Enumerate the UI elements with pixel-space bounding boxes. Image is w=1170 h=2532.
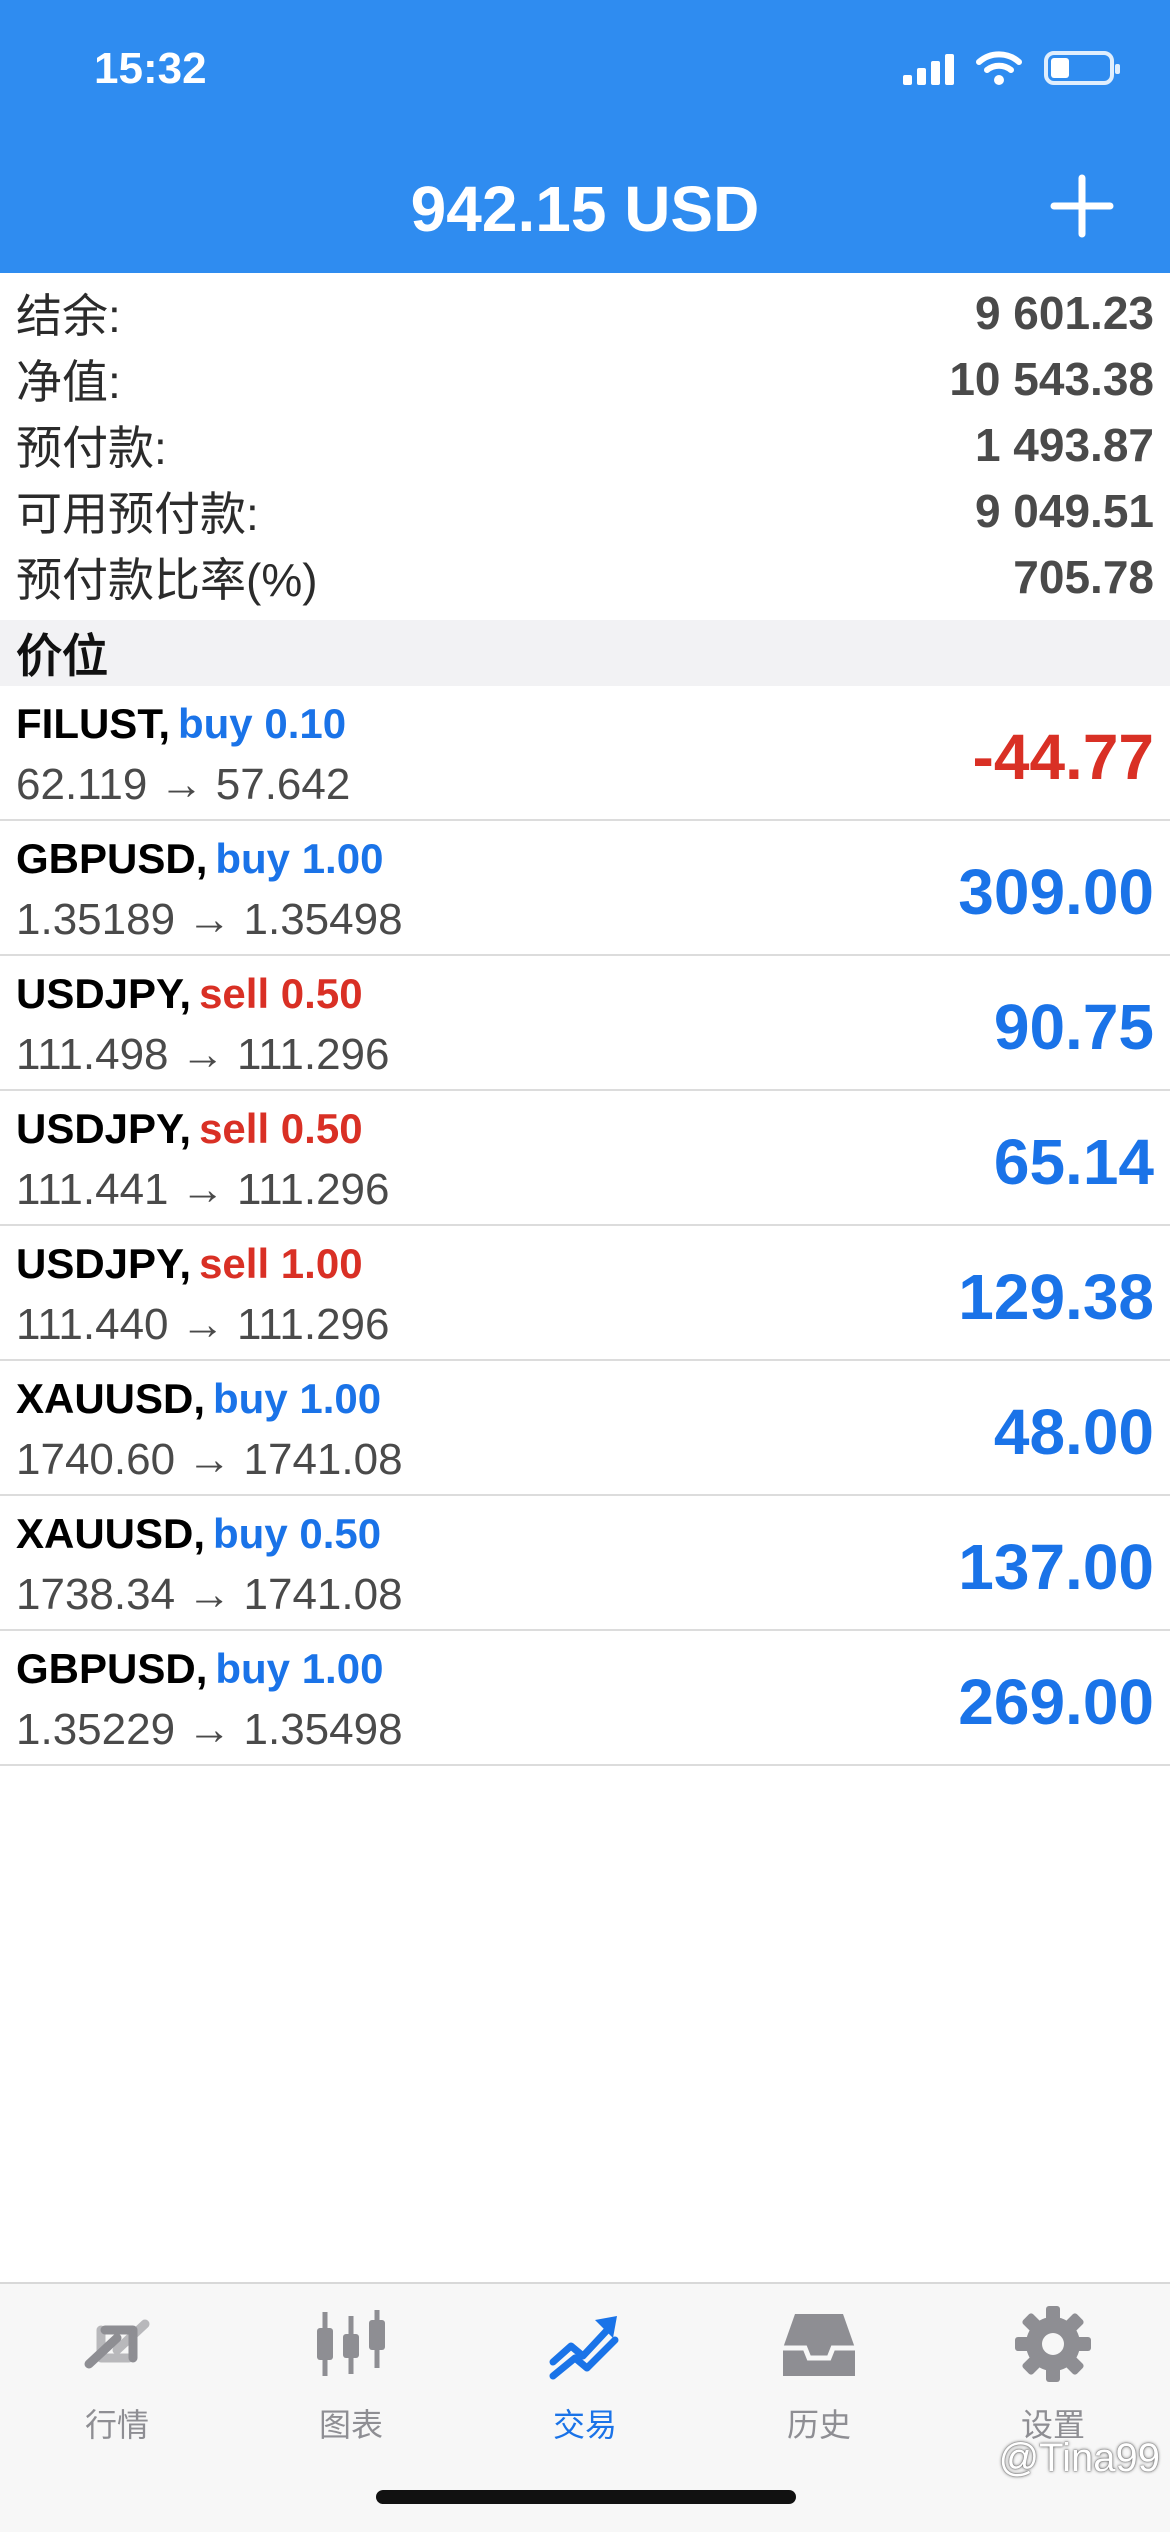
position-prices: 1740.60 → 1741.08 [16, 1435, 403, 1484]
quotes-icon [84, 2319, 150, 2369]
chart-icon [317, 2310, 385, 2376]
position-side: sell 0.50 [199, 970, 363, 1017]
positions-section-header: 价位 [0, 620, 1170, 686]
status-time: 15:32 [94, 44, 207, 93]
history-icon [783, 2314, 855, 2376]
settings-icon [1015, 2306, 1091, 2382]
position-profit: 65.14 [993, 1126, 1154, 1198]
position-row[interactable]: USDJPY, sell 0.50 111.441 → 111.296 65.14 [0, 1091, 1170, 1226]
summary-margin: 预付款: 1 493.87 [0, 412, 1170, 478]
watermark: @Tina99 [998, 2436, 1160, 2480]
account-summary: 结余: 9 601.23 净值: 10 543.38 预付款: 1 493.87… [0, 280, 1170, 610]
battery-icon [1044, 51, 1120, 85]
wifi-icon [976, 51, 1022, 85]
header-bar: 15:32 942.15 USD [0, 0, 1170, 273]
position-profit: 48.00 [993, 1396, 1154, 1468]
tab-history[interactable]: 历史 [702, 2304, 936, 2454]
tab-settings[interactable]: 设置 [936, 2304, 1170, 2454]
position-symbol: GBPUSD, [16, 835, 208, 882]
tab-label: 交易 [552, 2407, 617, 2443]
tab-quotes[interactable]: 行情 [0, 2304, 234, 2454]
position-row[interactable]: XAUUSD, buy 0.50 1738.34 → 1741.08 137.00 [0, 1496, 1170, 1631]
position-symbol: FILUST, [16, 700, 170, 747]
position-side: buy 0.10 [178, 700, 347, 747]
positions-list: FILUST, buy 0.10 62.119 → 57.642 -44.77 G… [0, 686, 1170, 1766]
position-row[interactable]: XAUUSD, buy 1.00 1740.60 → 1741.08 48.00 [0, 1361, 1170, 1496]
position-side: buy 1.00 [215, 835, 384, 882]
summary-value: 10 543.38 [949, 353, 1154, 405]
tab-label: 图表 [318, 2407, 383, 2443]
position-symbol: USDJPY, [16, 1105, 192, 1152]
position-title: XAUUSD, buy 0.50 [16, 1510, 381, 1558]
position-side: buy 1.00 [213, 1375, 382, 1422]
position-symbol: USDJPY, [16, 970, 192, 1017]
summary-label: 预付款比率(%) [16, 554, 318, 606]
position-side: sell 1.00 [199, 1240, 363, 1287]
position-title: USDJPY, sell 0.50 [16, 970, 363, 1018]
position-prices: 1.35189 → 1.35498 [16, 895, 403, 944]
home-indicator[interactable] [376, 2490, 796, 2504]
summary-label: 结余: [16, 290, 121, 342]
summary-free-margin: 可用预付款: 9 049.51 [0, 478, 1170, 544]
position-title: FILUST, buy 0.10 [16, 700, 346, 748]
cellular-signal-icon [903, 51, 954, 85]
summary-label: 可用预付款: [16, 488, 259, 540]
account-profit-title: 942.15 USD [410, 173, 760, 245]
position-prices: 1738.34 → 1741.08 [16, 1570, 403, 1619]
summary-value: 1 493.87 [974, 419, 1154, 471]
position-symbol: XAUUSD, [16, 1510, 206, 1557]
position-profit: 137.00 [958, 1531, 1154, 1603]
summary-value: 9 601.23 [974, 287, 1154, 339]
position-profit: 90.75 [993, 991, 1154, 1063]
tab-trade[interactable]: 交易 [468, 2304, 702, 2454]
position-prices: 1.35229 → 1.35498 [16, 1705, 403, 1754]
position-title: USDJPY, sell 1.00 [16, 1240, 363, 1288]
summary-label: 预付款: [16, 422, 167, 474]
position-symbol: GBPUSD, [16, 1645, 208, 1692]
position-prices: 62.119 → 57.642 [16, 760, 351, 809]
tab-chart[interactable]: 图表 [234, 2304, 468, 2454]
trade-icon [549, 2316, 619, 2380]
add-order-button[interactable] [1046, 170, 1118, 242]
position-profit: 129.38 [958, 1261, 1154, 1333]
summary-value: 9 049.51 [974, 485, 1154, 537]
tab-label: 历史 [786, 2407, 851, 2443]
position-profit: 269.00 [958, 1666, 1154, 1738]
position-symbol: XAUUSD, [16, 1375, 206, 1422]
tab-label: 行情 [84, 2407, 149, 2443]
position-row[interactable]: USDJPY, sell 1.00 111.440 → 111.296 129.3… [0, 1226, 1170, 1361]
status-icons [903, 50, 1120, 86]
position-title: GBPUSD, buy 1.00 [16, 835, 383, 883]
position-symbol: USDJPY, [16, 1240, 192, 1287]
position-prices: 111.441 → 111.296 [16, 1165, 390, 1214]
position-side: buy 1.00 [215, 1645, 384, 1692]
position-title: XAUUSD, buy 1.00 [16, 1375, 381, 1423]
position-title: USDJPY, sell 0.50 [16, 1105, 363, 1153]
position-profit: -44.77 [972, 721, 1154, 793]
summary-balance: 结余: 9 601.23 [0, 280, 1170, 346]
summary-margin-level: 预付款比率(%) 705.78 [0, 544, 1170, 610]
position-prices: 111.440 → 111.296 [16, 1300, 390, 1349]
position-row[interactable]: USDJPY, sell 0.50 111.498 → 111.296 90.75 [0, 956, 1170, 1091]
position-side: buy 0.50 [213, 1510, 382, 1557]
summary-value: 705.78 [1013, 551, 1154, 603]
position-title: GBPUSD, buy 1.00 [16, 1645, 383, 1693]
summary-label: 净值: [16, 356, 121, 408]
summary-equity: 净值: 10 543.38 [0, 346, 1170, 412]
position-row[interactable]: GBPUSD, buy 1.00 1.35229 → 1.35498 269.00 [0, 1631, 1170, 1766]
position-side: sell 0.50 [199, 1105, 363, 1152]
position-row[interactable]: FILUST, buy 0.10 62.119 → 57.642 -44.77 [0, 686, 1170, 821]
position-prices: 111.498 → 111.296 [16, 1030, 390, 1079]
position-row[interactable]: GBPUSD, buy 1.00 1.35189 → 1.35498 309.00 [0, 821, 1170, 956]
position-profit: 309.00 [958, 856, 1154, 928]
